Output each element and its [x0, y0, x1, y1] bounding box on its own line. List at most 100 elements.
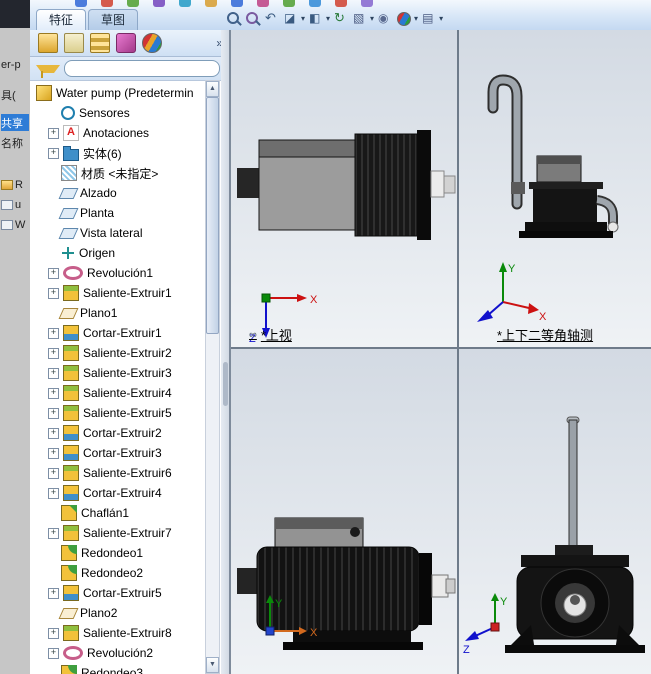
expand-icon[interactable]: + — [48, 587, 59, 599]
zoom-to-area-icon[interactable] — [244, 10, 261, 27]
expand-icon[interactable]: + — [48, 467, 59, 479]
expand-icon[interactable]: + — [48, 267, 59, 279]
section-view-icon[interactable] — [282, 10, 299, 27]
tab-features[interactable]: 特征 — [36, 9, 87, 30]
tree-item[interactable]: Chaflán1 — [30, 503, 229, 523]
tree-item[interactable]: + Revolución2 — [30, 643, 229, 663]
plane-icon — [58, 207, 79, 219]
tree-item[interactable]: + Saliente-Extruir7 — [30, 523, 229, 543]
tree-item[interactable]: + Cortar-Extruir5 — [30, 583, 229, 603]
tree-item[interactable]: + Saliente-Extruir5 — [30, 403, 229, 423]
viewport-top-view[interactable]: X Z ∞ *上视 — [231, 30, 459, 349]
expand-icon[interactable]: + — [48, 327, 59, 339]
background-window-item[interactable]: 名称 — [1, 134, 29, 151]
tree-item[interactable]: + Saliente-Extruir2 — [30, 343, 229, 363]
rotate-view-icon[interactable] — [332, 10, 349, 27]
tree-item[interactable]: Redondeo2 — [30, 563, 229, 583]
background-window-item[interactable]: 具( — [1, 86, 29, 103]
expand-icon[interactable]: + — [48, 127, 59, 139]
scroll-down-icon[interactable]: ▼ — [206, 657, 219, 673]
viewport-front-view[interactable]: Y Z — [459, 349, 651, 674]
tree-item[interactable]: + Revolución1 — [30, 263, 229, 283]
background-window-item[interactable]: W — [1, 216, 29, 233]
tree-item[interactable]: 材质 <未指定> — [30, 163, 229, 183]
expand-icon[interactable]: + — [48, 347, 59, 359]
tree-item[interactable]: + 实体(6) — [30, 143, 229, 163]
scrollbar-thumb[interactable] — [206, 97, 219, 334]
appearance-icon[interactable] — [395, 10, 412, 27]
expand-icon[interactable]: + — [48, 447, 59, 459]
expand-icon[interactable]: + — [48, 367, 59, 379]
panel-splitter[interactable] — [221, 30, 229, 674]
appearances-icon[interactable] — [142, 33, 162, 53]
background-window-item[interactable]: R — [1, 176, 29, 193]
dimxpert-icon[interactable] — [116, 33, 136, 53]
tree-item[interactable]: + Saliente-Extruir1 — [30, 283, 229, 303]
featuremanager-icon[interactable] — [38, 33, 58, 53]
tree-item[interactable]: + Cortar-Extruir1 — [30, 323, 229, 343]
expand-icon[interactable]: + — [48, 487, 59, 499]
tree-item[interactable]: + Anotaciones — [30, 123, 229, 143]
expand-icon[interactable]: + — [48, 627, 59, 639]
tree-item[interactable]: Sensores — [30, 103, 229, 123]
expand-icon[interactable]: + — [48, 387, 59, 399]
boss-icon — [63, 365, 79, 381]
tree-root-item[interactable]: Water pump (Predetermin — [30, 83, 229, 103]
background-window-item[interactable]: 共享 — [1, 114, 29, 131]
tree-item[interactable]: Plano2 — [30, 603, 229, 623]
tree-scrollbar[interactable]: ▲ ▼ — [205, 80, 220, 674]
zoom-to-fit-icon[interactable] — [225, 10, 242, 27]
tree-item[interactable]: + Cortar-Extruir3 — [30, 443, 229, 463]
expand-icon[interactable]: + — [48, 647, 59, 659]
scroll-up-icon[interactable]: ▲ — [206, 81, 219, 97]
dropdown-caret-icon[interactable]: ▾ — [370, 10, 374, 27]
tree-item[interactable]: Alzado — [30, 183, 229, 203]
dropdown-caret-icon[interactable]: ▾ — [414, 10, 418, 27]
dropdown-caret-icon[interactable]: ▾ — [326, 10, 330, 27]
expand-icon[interactable]: + — [48, 527, 59, 539]
hide-show-icon[interactable] — [376, 10, 393, 27]
expand-icon[interactable]: + — [48, 427, 59, 439]
previous-view-icon[interactable] — [263, 10, 280, 27]
splitter-grip[interactable] — [223, 362, 228, 406]
tree-item[interactable]: Redondeo1 — [30, 543, 229, 563]
tree-item[interactable]: Vista lateral — [30, 223, 229, 243]
tree-item[interactable]: + Saliente-Extruir6 — [30, 463, 229, 483]
configurationmanager-icon[interactable] — [90, 33, 110, 53]
tree-item[interactable]: Origen — [30, 243, 229, 263]
tree-item-label: Saliente-Extruir6 — [83, 466, 172, 480]
tree-item[interactable]: + Cortar-Extruir4 — [30, 483, 229, 503]
expand-icon[interactable]: + — [48, 407, 59, 419]
tab-sketch[interactable]: 草图 — [88, 9, 139, 30]
dropdown-caret-icon[interactable]: ▾ — [301, 10, 305, 27]
tree-item[interactable]: + Saliente-Extruir8 — [30, 623, 229, 643]
svg-text:Y: Y — [508, 263, 516, 275]
background-window-item[interactable]: u — [1, 196, 29, 213]
display-style-icon[interactable] — [351, 10, 368, 27]
viewport-label[interactable]: ∞ *上视 — [249, 325, 292, 344]
tree-filter-input[interactable] — [64, 60, 220, 77]
dropdown-caret-icon[interactable]: ▾ — [439, 10, 443, 27]
expand-icon[interactable]: + — [48, 287, 59, 299]
viewport-dimetric-view[interactable]: Y X *上下二等角轴测 — [459, 30, 651, 349]
tree-item[interactable]: Planta — [30, 203, 229, 223]
plane2-icon — [58, 607, 79, 619]
cropped-toolbar-icon — [75, 0, 87, 7]
tree-item[interactable]: + Saliente-Extruir3 — [30, 363, 229, 383]
viewport-label[interactable]: *上下二等角轴测 — [497, 325, 593, 344]
tree-item[interactable]: Redondeo3 — [30, 663, 229, 674]
fillet-icon — [61, 545, 77, 561]
propertymanager-icon[interactable] — [64, 33, 84, 53]
tree-item[interactable]: + Saliente-Extruir4 — [30, 383, 229, 403]
view-orientation-icon[interactable] — [307, 10, 324, 27]
background-window-item[interactable]: er-p — [1, 56, 29, 73]
tree-item[interactable]: + Cortar-Extruir2 — [30, 423, 229, 443]
scene-icon[interactable] — [420, 10, 437, 27]
tree-item[interactable]: Plano1 — [30, 303, 229, 323]
cropped-toolbar-icon — [361, 0, 373, 7]
expand-icon[interactable]: + — [48, 147, 59, 159]
featuremanager-panel: » Water pump (Predetermin Sensores + Anota… — [30, 30, 231, 674]
viewport-trimetric-view[interactable]: Y X — [231, 349, 459, 674]
